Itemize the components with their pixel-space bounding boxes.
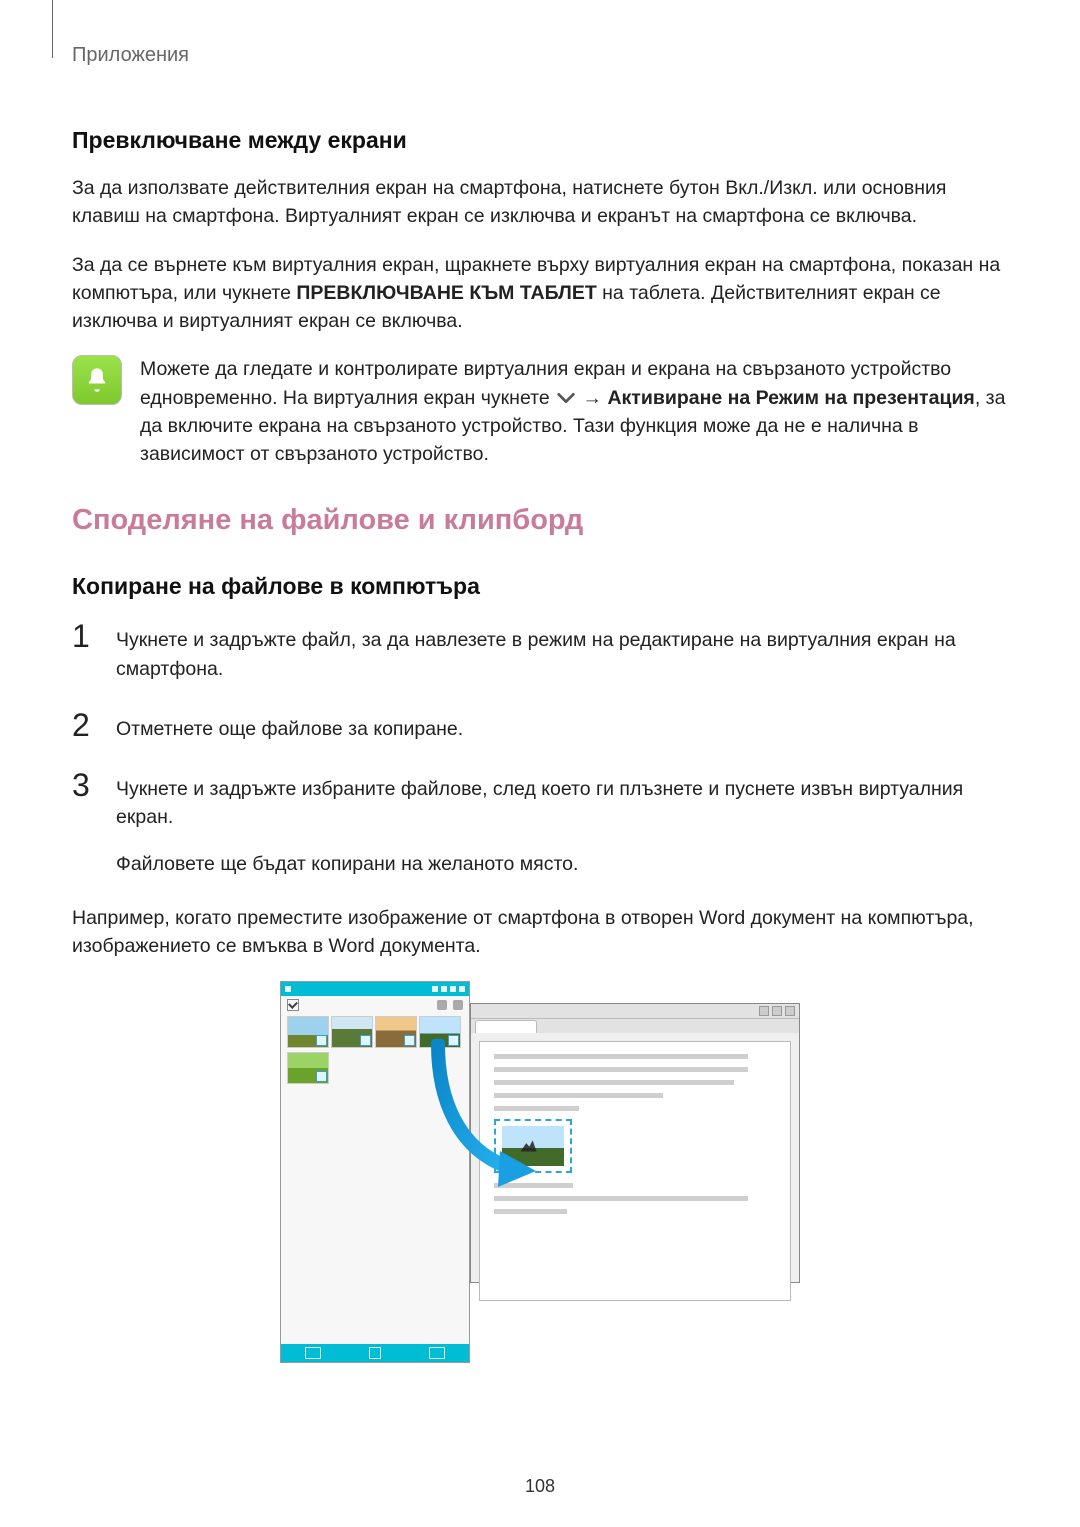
nav-recent-icon [305,1347,321,1359]
thumbnail [287,1016,329,1048]
glyph-icon [453,1000,463,1010]
text-line [494,1093,663,1098]
step-number: 2 [72,709,100,741]
step-number: 1 [72,620,100,652]
text: → [577,387,607,409]
window-close-icon [785,1006,795,1016]
thumbnail [287,1052,329,1084]
steps-list: 1 Чукнете и задръжте файл, за да навлезе… [72,620,1008,878]
window-min-icon [759,1006,769,1016]
text-bold-switch-tablet: ПРЕВКЛЮЧВАНЕ КЪМ ТАБЛЕТ [296,282,596,304]
thumbnail [331,1016,373,1048]
para-example: Например, когато преместите изображение … [72,904,1008,961]
step-text: Отметнете още файлове за копиране. [116,709,463,743]
heading-share-files: Споделяне на файлове и клипборд [72,504,1008,537]
glyph-icon [437,1000,447,1010]
window-max-icon [772,1006,782,1016]
phone-toolbar [281,996,469,1012]
text-line [494,1209,567,1214]
nav-back-icon [429,1347,445,1359]
browser-tabs [471,1019,799,1033]
phone-navbar [281,1344,469,1362]
step-2: 2 Отметнете още файлове за копиране. [72,709,1008,743]
para-switch-2: За да се върнете към виртуалния екран, щ… [72,251,1008,336]
text-line [494,1183,573,1188]
note-block: Можете да гледате и контролирате виртуал… [72,355,1008,468]
drop-target [494,1119,572,1173]
check-icon [316,1071,327,1082]
check-icon [316,1035,327,1046]
heading-switch-screens: Превключване между екрани [72,127,1008,154]
note-text: Можете да гледате и контролирате виртуал… [140,355,1008,468]
thumbnail [419,1016,461,1048]
header-rule [52,0,53,58]
browser-tab [475,1020,537,1033]
thumbnail [375,1016,417,1048]
phone-titlebar [281,982,469,996]
page-number: 108 [0,1476,1080,1497]
text-line [494,1196,748,1201]
text: Файловете ще бъдат копирани на желаното … [116,850,1008,878]
illustration-drag-drop [280,981,800,1379]
chevron-down-icon [555,387,577,409]
step-text: Чукнете и задръжте файл, за да навлезете… [116,620,1008,683]
text: Чукнете и задръжте избраните файлове, сл… [116,775,1008,832]
text-bold-presentation-mode: Активиране на Режим на презентация [607,387,974,409]
bell-icon [72,355,122,405]
document-body [479,1041,791,1301]
phone-thumbnails [281,1012,469,1088]
text-line [494,1106,579,1111]
section-label: Приложения [72,44,1008,67]
para-switch-1: За да използвате действителния екран на … [72,174,1008,231]
step-text: Чукнете и задръжте избраните файлове, сл… [116,769,1008,878]
check-icon [448,1035,459,1046]
check-icon [360,1035,371,1046]
text-line [494,1054,748,1059]
illustration-phone [280,981,470,1363]
step-3: 3 Чукнете и задръжте избраните файлове, … [72,769,1008,878]
check-icon [404,1035,415,1046]
text-line [494,1067,748,1072]
window-controls [471,1004,799,1019]
dropped-image [502,1126,564,1166]
checkbox-icon [287,999,299,1011]
heading-copy-files: Копиране на файлове в компютъра [72,573,1008,600]
text-line [494,1080,734,1085]
step-1: 1 Чукнете и задръжте файл, за да навлезе… [72,620,1008,683]
step-number: 3 [72,769,100,801]
illustration-browser [470,1003,800,1283]
nav-home-icon [369,1347,381,1359]
